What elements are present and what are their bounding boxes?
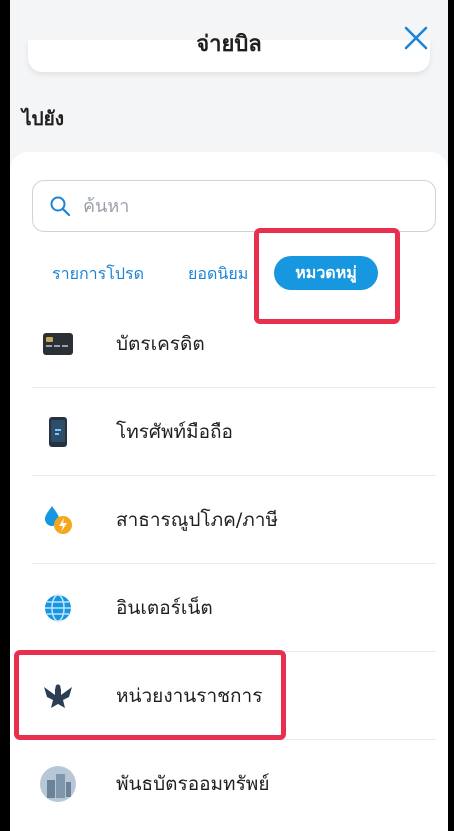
garuda-emblem-icon bbox=[40, 678, 76, 714]
category-label: อินเตอร์เน็ต bbox=[116, 596, 213, 619]
credit-card-icon bbox=[40, 326, 76, 362]
category-item-savings-bond[interactable]: พันธบัตรออมทรัพย์ bbox=[32, 740, 436, 828]
tab-popular[interactable]: ยอดนิยม bbox=[188, 262, 248, 287]
mobile-phone-icon bbox=[40, 414, 76, 450]
category-label: โทรศัพท์มือถือ bbox=[116, 420, 233, 443]
category-item-internet[interactable]: อินเตอร์เน็ต bbox=[32, 564, 436, 652]
category-label: บัตรเครดิต bbox=[116, 332, 205, 355]
category-label: พันธบัตรออมทรัพย์ bbox=[116, 773, 270, 795]
page-title: จ่ายบิล bbox=[196, 32, 262, 57]
tab-favorites[interactable]: รายการโปรด bbox=[52, 262, 144, 287]
app-screen: จ่ายบิล ไปยัง รายการโปรด ยอดนิยม หมวดหมู… bbox=[10, 0, 448, 831]
building-icon bbox=[40, 766, 76, 802]
close-icon[interactable] bbox=[402, 24, 430, 52]
category-item-utilities[interactable]: สาธารณูปโภค/ภาษี bbox=[32, 476, 436, 564]
section-label: ไปยัง bbox=[22, 108, 65, 130]
category-item-government[interactable]: หน่วยงานราชการ bbox=[32, 652, 436, 740]
search-field[interactable] bbox=[32, 180, 436, 232]
search-icon bbox=[50, 196, 71, 217]
globe-icon bbox=[40, 590, 76, 626]
search-input[interactable] bbox=[81, 194, 415, 218]
category-item-mobile[interactable]: โทรศัพท์มือถือ bbox=[32, 388, 436, 476]
category-label: สาธารณูปโภค/ภาษี bbox=[116, 508, 278, 531]
category-item-credit-card[interactable]: บัตรเครดิต bbox=[32, 300, 436, 388]
header: จ่ายบิล bbox=[10, 0, 448, 80]
category-label: หน่วยงานราชการ bbox=[116, 684, 263, 707]
utility-water-electric-icon bbox=[40, 502, 76, 538]
tab-categories[interactable]: หมวดหมู่ bbox=[274, 256, 378, 290]
